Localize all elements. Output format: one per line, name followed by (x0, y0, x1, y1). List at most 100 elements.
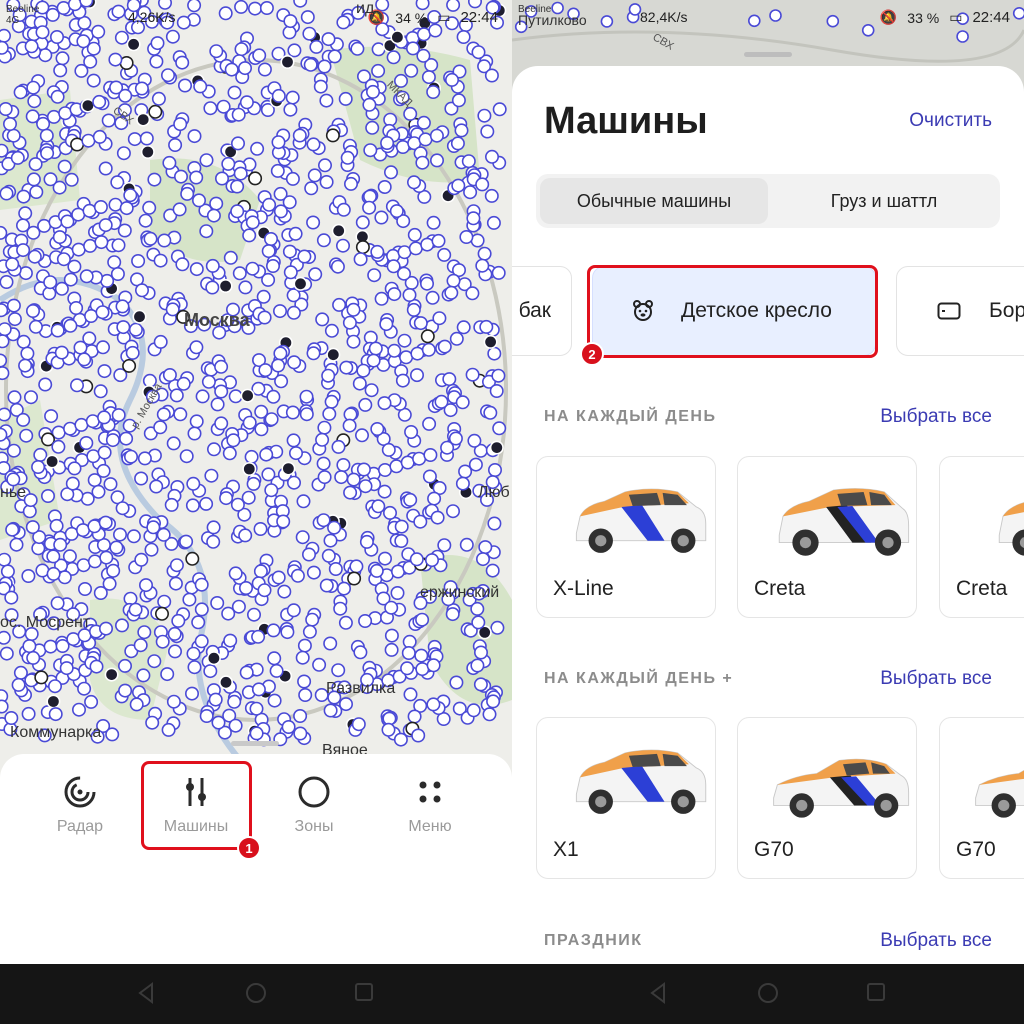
car-marker[interactable] (307, 168, 322, 183)
car-marker[interactable] (86, 73, 101, 88)
car-card-creta[interactable]: Creta (737, 456, 917, 618)
car-marker[interactable] (137, 451, 152, 466)
car-marker[interactable] (283, 265, 298, 280)
chip-fuel[interactable]: бак (512, 266, 572, 356)
car-marker[interactable] (219, 675, 234, 690)
car-marker[interactable] (137, 625, 152, 640)
car-marker[interactable] (92, 129, 107, 144)
car-marker[interactable] (473, 645, 488, 660)
car-marker[interactable] (246, 476, 261, 491)
car-marker[interactable] (0, 699, 9, 714)
car-marker[interactable] (281, 461, 296, 476)
car-marker[interactable] (119, 201, 134, 216)
car-marker[interactable] (304, 181, 319, 196)
car-marker[interactable] (264, 483, 279, 498)
car-marker[interactable] (257, 583, 272, 598)
car-marker[interactable] (40, 488, 55, 503)
car-marker[interactable] (123, 188, 138, 203)
car-marker[interactable] (40, 146, 55, 161)
car-marker[interactable] (384, 628, 399, 643)
car-marker[interactable] (206, 651, 221, 666)
car-marker[interactable] (315, 312, 330, 327)
car-marker[interactable] (316, 513, 331, 528)
car-marker[interactable] (0, 646, 14, 661)
car-marker[interactable] (377, 551, 392, 566)
car-marker[interactable] (430, 510, 445, 525)
car-marker[interactable] (319, 175, 334, 190)
car-marker[interactable] (203, 664, 218, 679)
car-marker[interactable] (292, 128, 307, 143)
car-marker[interactable] (138, 213, 153, 228)
car-marker[interactable] (253, 521, 268, 536)
car-marker[interactable] (331, 439, 346, 454)
car-marker[interactable] (15, 218, 30, 233)
car-marker[interactable] (335, 238, 350, 253)
back-icon[interactable] (136, 982, 156, 1009)
car-marker[interactable] (286, 475, 301, 490)
car-marker[interactable] (419, 276, 434, 291)
car-marker[interactable] (437, 339, 452, 354)
car-marker[interactable] (119, 431, 134, 446)
car-marker[interactable] (108, 52, 123, 67)
car-marker[interactable] (173, 407, 188, 422)
car-marker[interactable] (395, 373, 410, 388)
car-marker[interactable] (214, 359, 229, 374)
car-marker[interactable] (491, 265, 506, 280)
car-marker[interactable] (189, 340, 204, 355)
car-marker[interactable] (122, 358, 137, 373)
car-marker[interactable] (422, 416, 437, 431)
car-marker[interactable] (161, 68, 176, 83)
car-marker[interactable] (321, 368, 336, 383)
car-marker[interactable] (127, 132, 142, 147)
car-marker[interactable] (297, 249, 312, 264)
car-marker[interactable] (87, 554, 102, 569)
car-marker[interactable] (356, 462, 371, 477)
car-marker[interactable] (178, 78, 193, 93)
nav-menu[interactable]: Меню (380, 772, 480, 836)
map[interactable] (0, 0, 512, 760)
car-marker[interactable] (223, 250, 238, 265)
car-marker[interactable] (219, 491, 234, 506)
car-marker[interactable] (354, 428, 369, 443)
car-marker[interactable] (332, 297, 347, 312)
car-marker[interactable] (171, 613, 186, 628)
car-marker[interactable] (299, 389, 314, 404)
car-marker[interactable] (328, 561, 343, 576)
car-marker[interactable] (227, 85, 242, 100)
car-marker[interactable] (363, 143, 378, 158)
car-marker[interactable] (362, 97, 377, 112)
car-marker[interactable] (205, 258, 220, 273)
car-marker[interactable] (215, 171, 230, 186)
car-marker[interactable] (274, 374, 289, 389)
car-marker[interactable] (381, 442, 396, 457)
car-marker[interactable] (43, 172, 58, 187)
car-marker[interactable] (161, 722, 176, 737)
car-marker[interactable] (475, 177, 490, 192)
car-marker[interactable] (136, 668, 151, 683)
car-marker[interactable] (111, 408, 126, 423)
car-marker[interactable] (404, 63, 419, 78)
car-marker[interactable] (463, 185, 478, 200)
car-marker[interactable] (358, 479, 373, 494)
car-marker[interactable] (475, 258, 490, 273)
car-marker[interactable] (168, 576, 183, 591)
car-marker[interactable] (299, 407, 314, 422)
car-marker[interactable] (234, 42, 249, 57)
car-marker[interactable] (118, 683, 133, 698)
car-marker[interactable] (53, 537, 68, 552)
car-marker[interactable] (377, 462, 392, 477)
car-marker[interactable] (6, 128, 21, 143)
car-marker[interactable] (59, 661, 74, 676)
car-marker[interactable] (232, 266, 247, 281)
car-marker[interactable] (397, 333, 412, 348)
car-marker[interactable] (11, 677, 26, 692)
car-marker[interactable] (64, 172, 79, 187)
car-marker[interactable] (302, 624, 317, 639)
car-marker[interactable] (0, 334, 10, 349)
car-marker[interactable] (295, 650, 310, 665)
car-marker[interactable] (251, 682, 266, 697)
car-marker[interactable] (406, 175, 421, 190)
car-marker[interactable] (470, 658, 485, 673)
car-marker[interactable] (228, 718, 243, 733)
car-marker[interactable] (162, 367, 177, 382)
